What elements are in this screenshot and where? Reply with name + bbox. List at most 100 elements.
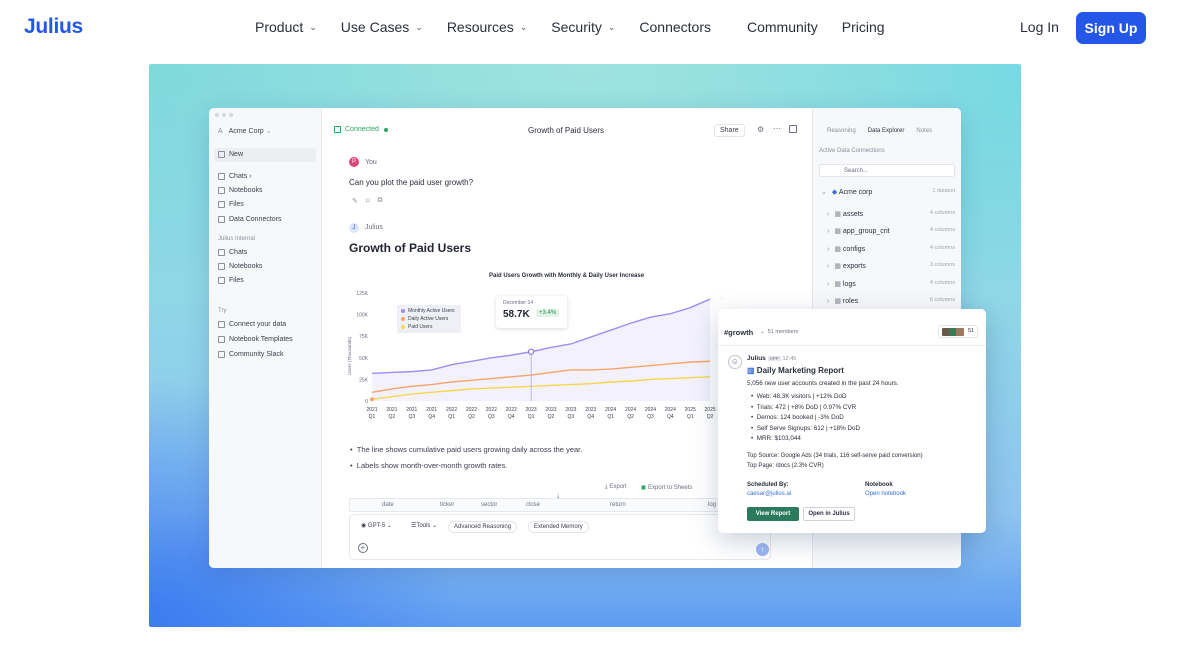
sidebar-internal-chats[interactable]: Chats [218, 249, 247, 256]
x-tick-label: 2021 [426, 407, 437, 413]
tooltip-date: December 14 [503, 300, 534, 306]
nav-item-community[interactable]: Community [747, 19, 818, 35]
y-axis-label: Users (Thousands) [347, 336, 352, 375]
try-community-slack[interactable]: Community Slack [218, 351, 283, 358]
julius-logo[interactable]: Julius [24, 15, 83, 39]
advanced-reasoning-chip[interactable]: Advanced Reasoning [448, 521, 518, 533]
tab-reasoning[interactable]: Reasoning [827, 128, 856, 134]
scheduled-by-email[interactable]: caesar@julius.ai [747, 491, 791, 497]
open-in-julius-button[interactable]: Open in Julius [803, 507, 855, 521]
chevron-down-icon: ⌄ [821, 189, 827, 196]
slack-summary: 5,056 new user accounts created in the p… [747, 380, 899, 387]
extended-memory-chip[interactable]: Extended Memory [528, 521, 589, 533]
sidebar-item-chats[interactable]: Chats › [218, 173, 252, 180]
table-logs[interactable]: › ▦ logs 4 columns [827, 280, 955, 288]
chart-tooltip: December 14 58.7K +3.4% [496, 296, 567, 328]
member-avatars[interactable]: 51 [938, 325, 978, 338]
edit-icon [218, 151, 225, 158]
bookmark-icon[interactable]: ⌑ [366, 197, 370, 205]
data-search-input[interactable]: Search... [819, 164, 955, 177]
export-sheets-button[interactable]: ▣ Export to Sheets [641, 484, 693, 491]
nav-item-pricing[interactable]: Pricing [842, 19, 885, 35]
sidebar-internal-notebooks[interactable]: Notebooks [218, 263, 262, 270]
x-tick-label: Q2 [627, 414, 634, 420]
send-icon[interactable]: ↑ [756, 543, 769, 556]
new-chat-button[interactable]: New [218, 151, 243, 158]
section-try: Try [218, 308, 227, 314]
start-point [370, 397, 374, 402]
database-icon: ◆ [831, 189, 838, 196]
slack-channel[interactable]: #growth [724, 328, 753, 337]
y-tick-label: 75K [359, 334, 369, 340]
divider [718, 345, 986, 346]
try-connect-data[interactable]: Connect your data [218, 321, 286, 328]
x-tick-label: Q1 [369, 414, 376, 420]
chat-icon [218, 173, 225, 180]
nav-item-resources[interactable]: Resources ⌄ [447, 19, 527, 35]
message-composer[interactable]: ◉ GPT-5 ⌄ ☰Tools ⌄ Advanced Reasoning Ex… [349, 514, 771, 560]
sidebar-item-notebooks[interactable]: Notebooks [218, 187, 262, 194]
tab-notes[interactable]: Notes [916, 128, 932, 134]
connection-status[interactable]: Connected [334, 126, 388, 133]
source-acme[interactable]: ⌄ ◆ Acme corp 1 dataset [821, 188, 955, 196]
table-configs[interactable]: › ▦ configs 4 columns [827, 245, 955, 253]
table-assets[interactable]: › ▦ assets 4 columns [827, 210, 955, 218]
sidebar-item-files[interactable]: Files [218, 201, 244, 208]
workspace-switcher[interactable]: A Acme Corp ⌄ [218, 127, 272, 136]
tools-selector[interactable]: ☰Tools ⌄ [406, 521, 442, 533]
signup-button[interactable]: Sign Up [1076, 12, 1146, 44]
sidebar-item-data-connectors[interactable]: Data Connectors [218, 216, 282, 223]
sidebar-internal-files[interactable]: Files [218, 277, 244, 284]
slack-sender: Julius APP 12:45 [747, 355, 797, 362]
col-ticker: ticker [440, 502, 455, 508]
x-tick-label: 2022 [446, 407, 457, 413]
x-tick-label: Q3 [488, 414, 495, 420]
share-button[interactable]: Share [714, 124, 745, 137]
more-icon[interactable]: ⋯ [773, 124, 781, 133]
model-selector[interactable]: ◉ GPT-5 ⌄ [356, 521, 397, 533]
login-link[interactable]: Log In [1020, 19, 1059, 35]
x-tick-label: Q2 [389, 414, 396, 420]
notebook-icon [218, 263, 225, 270]
table-app-group-crit[interactable]: › ▦ app_group_crit 4 columns [827, 227, 955, 235]
x-tick-label: 2022 [466, 407, 477, 413]
assistant-label: Julius [365, 224, 383, 231]
nav-item-connectors[interactable]: Connectors [639, 19, 711, 35]
col-date: date [382, 502, 394, 508]
edit-icon[interactable]: ✎ [352, 197, 358, 205]
user-avatar: P [349, 157, 359, 167]
table-exports[interactable]: › ▦ exports 3 columns [827, 262, 955, 270]
nav-item-security[interactable]: Security ⌄ [551, 19, 615, 35]
x-tick-label: Q3 [408, 414, 415, 420]
chart-emoji-icon: ▥ [747, 366, 755, 375]
export-button[interactable]: ⤓ Export [605, 484, 627, 491]
x-tick-label: 2022 [506, 407, 517, 413]
panel-toggle-icon[interactable] [789, 125, 797, 133]
try-notebook-templates[interactable]: Notebook Templates [218, 336, 293, 343]
settings-icon[interactable]: ⚙ [757, 125, 764, 134]
legend-mau: Monthly Active Users [401, 308, 457, 314]
col-return: return [610, 502, 626, 508]
nav-menu: Product ⌄ Use Cases ⌄ Resources ⌄ Security ⌄… [255, 19, 909, 35]
nav-item-use-cases[interactable]: Use Cases ⌄ [341, 19, 423, 35]
status-dot [383, 127, 388, 132]
plug-icon [218, 216, 225, 223]
julius-avatar: J [349, 223, 359, 233]
user-label: You [365, 159, 377, 166]
export-actions: ⤓ Export ▣ Export to Sheets [605, 484, 692, 491]
x-tick-label: 2022 [486, 407, 497, 413]
scroll-down-icon[interactable]: ↓ [556, 491, 560, 500]
nav-item-product[interactable]: Product ⌄ [255, 19, 317, 35]
x-tick-label: Q2 [468, 414, 475, 420]
view-report-button[interactable]: View Report [747, 507, 799, 521]
open-notebook-link[interactable]: Open notebook [865, 491, 906, 497]
x-tick-label: Q3 [568, 414, 575, 420]
x-tick-label: Q4 [667, 414, 674, 420]
copy-icon[interactable]: ⧉ [377, 197, 382, 205]
tab-data-explorer[interactable]: Data Explorer [868, 128, 905, 134]
table-icon: ▦ [834, 298, 841, 305]
table-roles[interactable]: › ▦ roles 6 columns [827, 297, 955, 305]
chevron-down-icon: ⌄ [607, 21, 616, 32]
attach-icon[interactable]: + [358, 543, 368, 553]
chevron-down-icon: ⌄ [519, 21, 528, 32]
